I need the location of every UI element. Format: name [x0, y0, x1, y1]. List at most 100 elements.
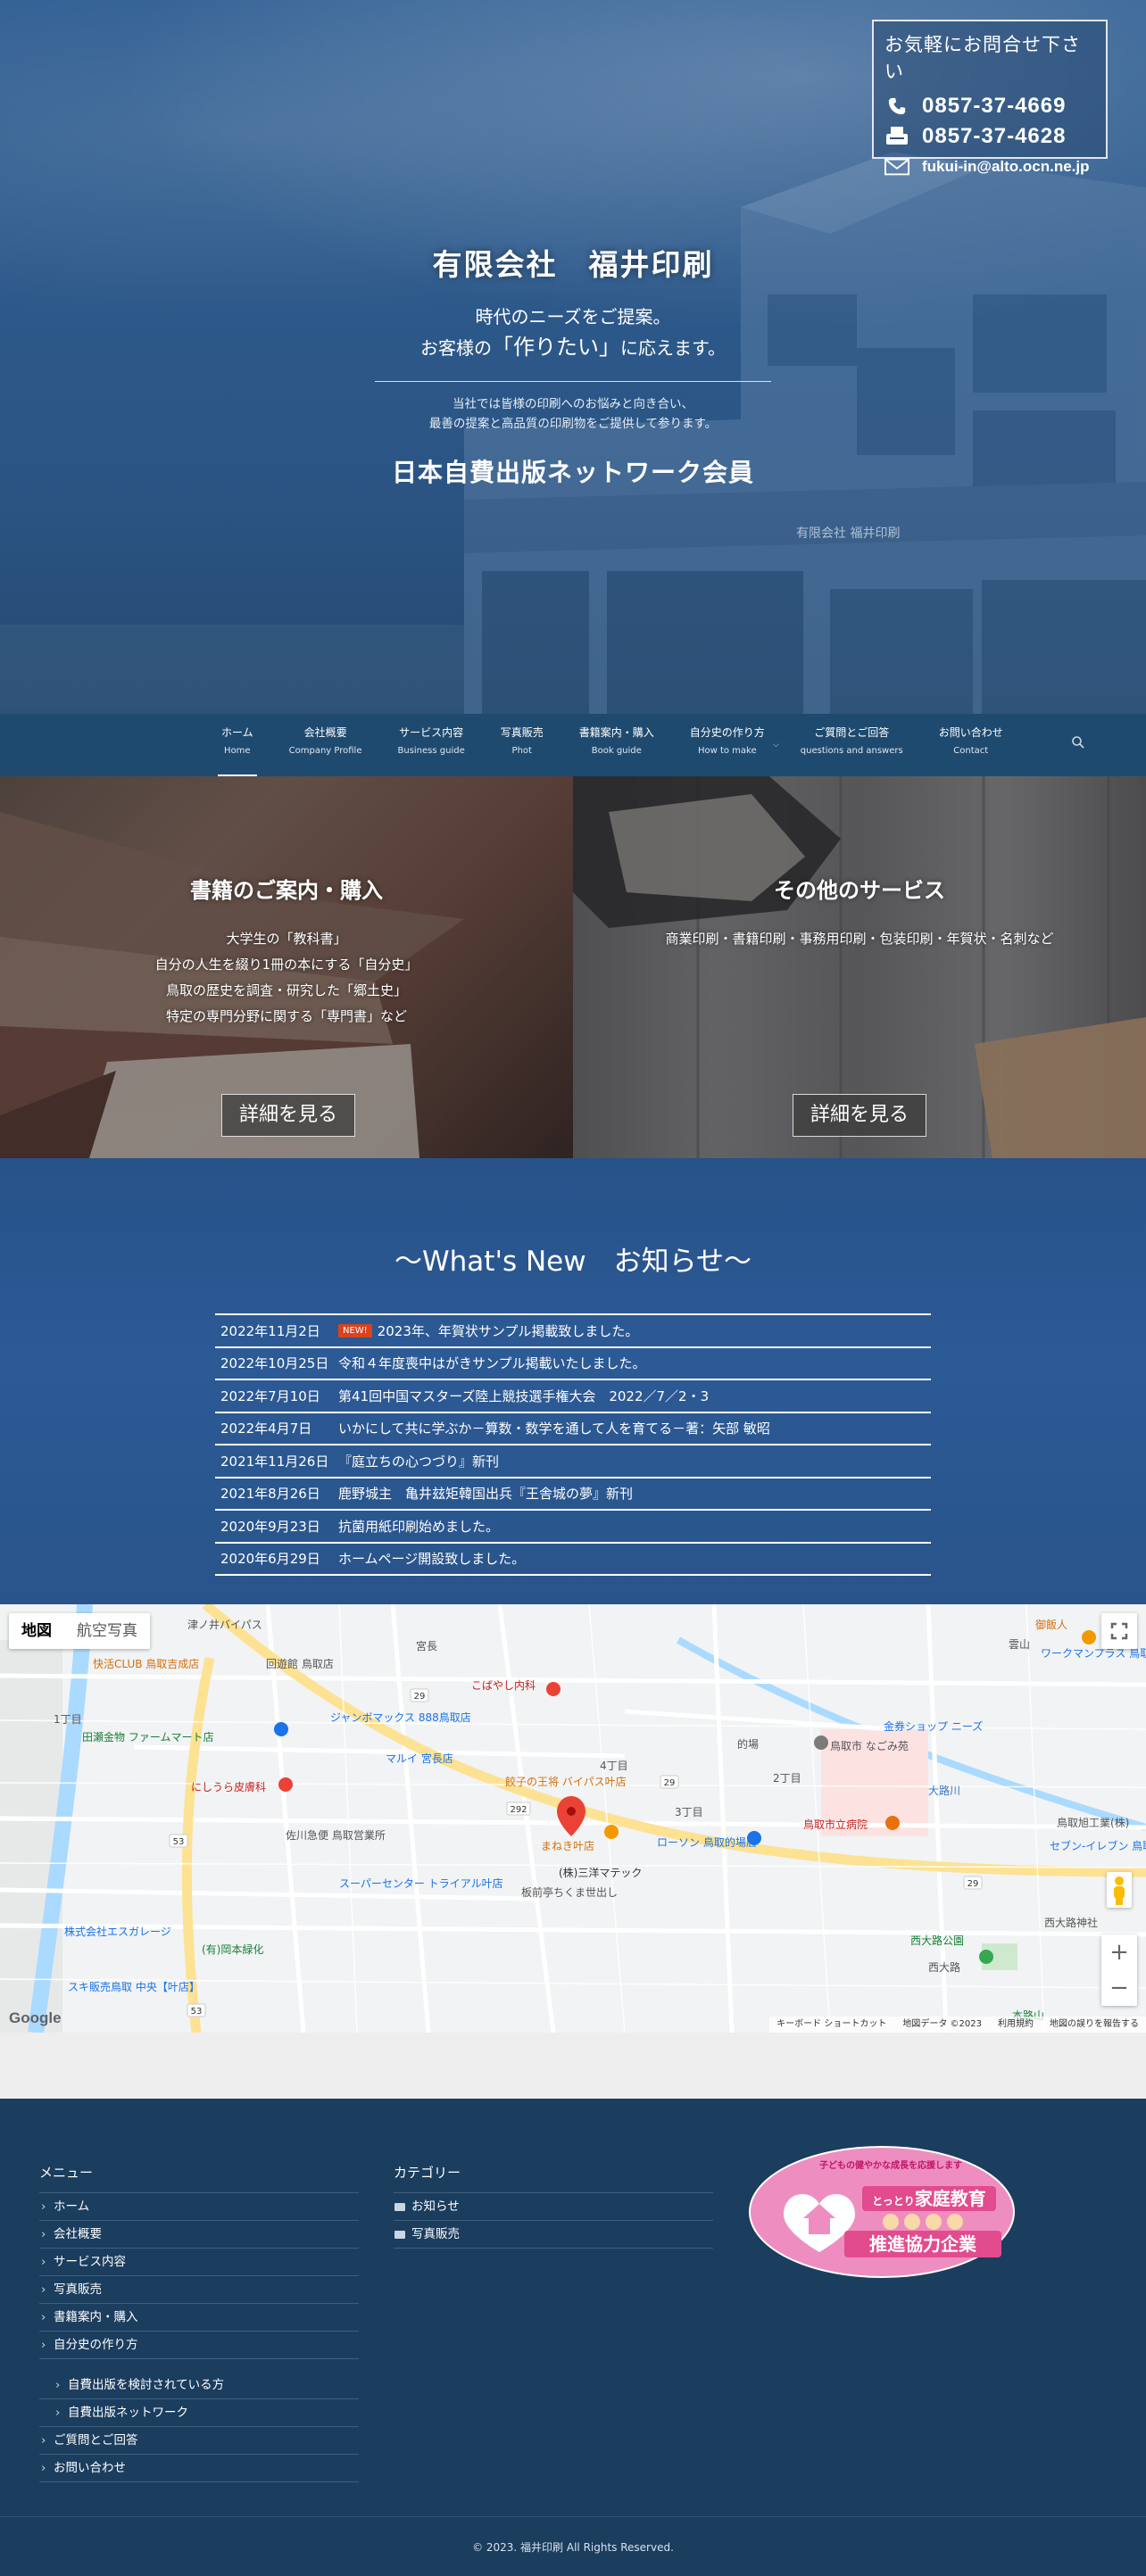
fullscreen-icon: [1110, 1622, 1128, 1640]
hero-lead-1: 時代のニーズをご提案。: [475, 306, 671, 327]
news-item[interactable]: 2020年9月23日 抗菌用紙印刷始めました。: [215, 1511, 931, 1544]
contact-email-row[interactable]: fukui-in@alto.ocn.ne.jp: [884, 152, 1095, 182]
panel-line: 大学生の「教科書」: [226, 931, 347, 947]
footer-category-title: カテゴリー: [394, 2163, 713, 2193]
footer-link-self-publish[interactable]: 自費出版を検討されている方: [39, 2372, 359, 2399]
nav-item-qa[interactable]: ご質問とご回答 questions and answers: [783, 714, 921, 776]
footer-link-services[interactable]: サービス内容: [39, 2249, 359, 2276]
footer-link-photo[interactable]: 写真販売: [39, 2276, 359, 2304]
news-item[interactable]: 2021年11月26日 『庭立ちの心つづり』新刊: [215, 1445, 931, 1479]
zoom-in-button[interactable]: +: [1101, 1934, 1137, 1970]
map-label: 株式会社エスガレージ: [64, 1926, 171, 1938]
nav-item-books[interactable]: 書籍案内・購入 Book guide: [561, 714, 672, 776]
footer-link-network[interactable]: 自費出版ネットワーク: [39, 2399, 359, 2427]
map-pin-dot: [567, 1807, 576, 1816]
map-label: にしうら皮膚科: [191, 1781, 267, 1793]
fullscreen-button[interactable]: [1101, 1613, 1137, 1649]
folder-link-photo[interactable]: 写真販売: [394, 2221, 713, 2249]
nav-item-business[interactable]: サービス内容 Business guide: [380, 714, 483, 776]
other-detail-button[interactable]: 詳細を見る: [793, 1094, 926, 1137]
pegman-icon: [1114, 1876, 1125, 1905]
keyboard-shortcuts-link[interactable]: キーボード ショートカット: [776, 2017, 886, 2033]
news-text[interactable]: 『庭立ちの心つづり』新刊: [338, 1452, 499, 1470]
nav-item-home[interactable]: ホーム Home: [203, 714, 271, 776]
contact-title: お気軽にお問合せ下さい: [884, 34, 1081, 82]
news-item[interactable]: 2020年6月29日 ホームページ開設致しました。: [215, 1544, 931, 1576]
chevron-down-icon: ⌵: [772, 741, 779, 750]
panel-other-services: その他のサービス 商業印刷・書籍印刷・事務用印刷・包装印刷・年賀状・名刺など 詳…: [573, 776, 1146, 1158]
news-text[interactable]: いかにして共に学ぶか－算数・数学を通して人を育てる－著：矢部 敏昭: [338, 1419, 770, 1437]
contact-fax-row: 0857-37-4628: [884, 121, 1095, 152]
news-item[interactable]: 2022年4月7日 いかにして共に学ぶか－算数・数学を通して人を育てる－著：矢部 …: [215, 1413, 931, 1445]
footer-link-how-to-make[interactable]: 自分史の作り方: [39, 2332, 359, 2359]
hero-section: 有限会社 福井印刷 お気軽にお問合せ下さい 0857-37-4669 0857-…: [0, 0, 1146, 714]
contact-box: お気軽にお問合せ下さい 0857-37-4669 0857-37-4628 fu…: [872, 20, 1108, 176]
contact-phone[interactable]: 0857-37-4669: [922, 94, 1066, 119]
clinic-marker-icon[interactable]: [278, 1777, 293, 1792]
news-item[interactable]: 2021年8月26日 鹿野城主 亀井玆矩韓国出兵『王舎城の夢』新刊: [215, 1479, 931, 1511]
nav-item-contact[interactable]: お問い合わせ Contact: [921, 714, 1021, 776]
badge-mid-1: とっとり: [872, 2195, 915, 2207]
panel-description: 大学生の「教科書」 自分の人生を綴り1冊の本にする「自分史」 鳥取の歴史を調査・…: [0, 926, 573, 1030]
footer-link-contact[interactable]: お問い合わせ: [39, 2455, 359, 2482]
news-text[interactable]: 2023年、年賀状サンプル掲載致しました。: [378, 1321, 639, 1340]
contact-email[interactable]: fukui-in@alto.ocn.ne.jp: [922, 158, 1090, 176]
map-tab-map[interactable]: 地図: [9, 1613, 64, 1649]
news-item[interactable]: 2022年7月10日 第41回中国マスターズ陸上競技選手権大会 2022／7／2・…: [215, 1380, 931, 1413]
footer-link-company[interactable]: 会社概要: [39, 2221, 359, 2249]
search-icon[interactable]: [1071, 735, 1085, 753]
panel-line: 自分の人生を綴り1冊の本にする「自分史」: [154, 957, 419, 973]
nav-item-how-to-make[interactable]: 自分史の作り方 How to make ⌵: [672, 714, 783, 776]
nav-item-en: Home: [224, 746, 251, 756]
hero-divider: [375, 381, 771, 382]
map-label: 金券ショップ ニーズ: [884, 1720, 984, 1733]
company-name: 有限会社 福井印刷: [432, 247, 714, 282]
footer-link-home[interactable]: ホーム: [39, 2193, 359, 2221]
news-text[interactable]: 抗菌用紙印刷始めました。: [338, 1517, 499, 1536]
news-text[interactable]: 鹿野城主 亀井玆矩韓国出兵『王舎城の夢』新刊: [338, 1484, 633, 1503]
phone-icon: [884, 96, 909, 116]
poi-marker-icon[interactable]: [814, 1735, 828, 1750]
park-marker-icon[interactable]: [979, 1950, 993, 1964]
street-view-button[interactable]: [1107, 1872, 1132, 1908]
hospital-marker-icon[interactable]: [885, 1816, 900, 1830]
restaurant-marker-icon[interactable]: [604, 1825, 619, 1839]
map-label: 快活CLUB 鳥取吉成店: [93, 1658, 200, 1670]
clinic-marker-icon[interactable]: [546, 1682, 561, 1696]
map-label: マルイ 宮長店: [386, 1752, 453, 1765]
shop-marker-icon[interactable]: [274, 1722, 288, 1736]
map-label: 回遊館 鳥取店: [266, 1658, 334, 1670]
contact-phone-row[interactable]: 0857-37-4669: [884, 91, 1095, 121]
restaurant-marker-icon[interactable]: [1082, 1630, 1096, 1644]
map-label: 1丁目: [54, 1713, 82, 1726]
report-error-link[interactable]: 地図の誤りを報告する: [1050, 2017, 1139, 2033]
news-item[interactable]: 2022年11月2日 NEW! 2023年、年賀状サンプル掲載致しました。: [215, 1315, 931, 1348]
map-label: 鳥取市立病院: [803, 1818, 868, 1831]
map-label: 雲山: [1009, 1638, 1031, 1651]
footer-categories: カテゴリー お知らせ 写真販売: [394, 2163, 713, 2249]
footer-link-qa[interactable]: ご質問とご回答: [39, 2427, 359, 2455]
news-text[interactable]: ホームページ開設致しました。: [338, 1549, 525, 1568]
nav-item-en: Book guide: [591, 746, 642, 756]
folder-link-news[interactable]: お知らせ: [394, 2193, 713, 2221]
map-tab-satellite[interactable]: 航空写真: [64, 1613, 150, 1649]
news-text[interactable]: 第41回中国マスターズ陸上競技選手権大会 2022／7／2・3: [338, 1387, 709, 1405]
badge-top-text: 子どもの健やかな成長を応援します: [819, 2161, 962, 2171]
nav-item-photo[interactable]: 写真販売 Phot: [483, 714, 561, 776]
panel-title: その他のサービス: [774, 878, 945, 903]
google-map[interactable]: 29 29 53 53 292 29 津ノ井バイパス 快活CLUB 鳥取吉成店 …: [0, 1604, 1146, 2033]
hero-lead-2-pre: お客様の: [420, 337, 492, 359]
footer-link-books[interactable]: 書籍案内・購入: [39, 2304, 359, 2332]
news-date: 2020年9月23日: [220, 1518, 320, 1535]
family-education-badge[interactable]: 子どもの健やかな成長を応援します とっとり家庭教育 推進協力企業: [748, 2145, 1016, 2279]
nav-item-company[interactable]: 会社概要 Company Profile: [271, 714, 380, 776]
news-item[interactable]: 2022年10月25日 令和４年度喪中はがきサンプル掲載いたしました。: [215, 1348, 931, 1380]
books-detail-button[interactable]: 詳細を見る: [221, 1094, 355, 1137]
zoom-out-button[interactable]: −: [1101, 1970, 1137, 2006]
nav-item-jp: ホーム: [221, 726, 253, 739]
news-text[interactable]: 令和４年度喪中はがきサンプル掲載いたしました。: [338, 1354, 646, 1372]
nav-item-en: How to make: [697, 746, 757, 756]
terms-link[interactable]: 利用規約: [998, 2017, 1034, 2033]
nav-list: ホーム Home 会社概要 Company Profile サービス内容 Busine…: [203, 714, 1021, 776]
map-label: 3丁目: [675, 1806, 703, 1818]
